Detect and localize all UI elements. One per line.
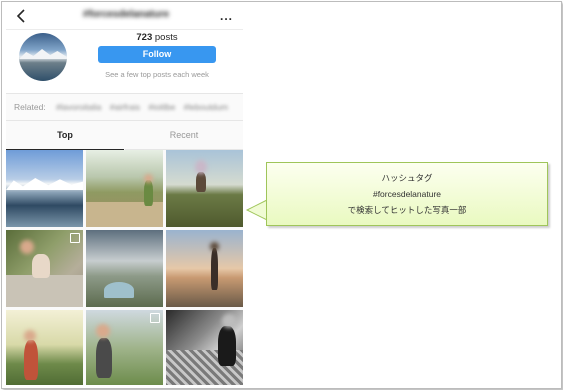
back-chevron-icon[interactable] [14, 7, 30, 25]
tab-top[interactable]: Top [6, 121, 124, 150]
tab-recent[interactable]: Recent [125, 121, 243, 150]
tab-bar: Top Recent [6, 121, 243, 150]
photo-grid [6, 150, 243, 385]
hashtag-header: 723 posts Follow See a few top posts eac… [6, 30, 243, 94]
top-bar: #forcesdelanature ... [6, 5, 243, 30]
photo-tile[interactable] [6, 150, 83, 227]
related-tag[interactable]: #ioitlbe [148, 102, 175, 112]
photo-tile[interactable] [86, 310, 163, 385]
photo-tile[interactable] [6, 310, 83, 385]
hashtag-avatar [19, 33, 67, 81]
related-label: Related: [14, 102, 46, 112]
photo-tile[interactable] [166, 230, 243, 307]
follow-button[interactable]: Follow [98, 46, 216, 63]
posts-number: 723 [136, 32, 153, 43]
hashtag-title: #forcesdelanature [82, 9, 170, 20]
screenshot-frame: #forcesdelanature ... 723 posts Follow S… [1, 1, 562, 389]
related-tag[interactable]: #leboutdum [184, 102, 228, 112]
posts-count: 723 posts [98, 32, 216, 43]
photo-tile[interactable] [86, 150, 163, 227]
photo-tile[interactable] [166, 150, 243, 227]
related-hashtags: Related: #lavoroitalia #airfrais #ioitlb… [6, 94, 243, 121]
photo-tile[interactable] [6, 230, 83, 307]
posts-label: posts [154, 32, 178, 43]
annotation-callout: ハッシュタグ #forcesdelanature で検索してヒットした写真一部 [266, 162, 548, 226]
callout-line-3: で検索してヒットした写真一部 [347, 205, 467, 215]
more-icon[interactable]: ... [220, 9, 233, 23]
callout-line-2: #forcesdelanature [372, 189, 442, 199]
related-tag[interactable]: #lavoroitalia [56, 102, 101, 112]
multi-photo-icon [150, 313, 160, 323]
callout-line-1: ハッシュタグ [381, 173, 433, 183]
related-tag-list: #lavoroitalia #airfrais #ioitlbe #lebout… [56, 102, 234, 112]
related-tag[interactable]: #airfrais [110, 102, 140, 112]
photo-tile[interactable] [86, 230, 163, 307]
top-posts-note: See a few top posts each week [105, 70, 209, 79]
multi-photo-icon [70, 233, 80, 243]
instagram-hashtag-page: #forcesdelanature ... 723 posts Follow S… [6, 5, 243, 385]
photo-tile[interactable] [166, 310, 243, 385]
